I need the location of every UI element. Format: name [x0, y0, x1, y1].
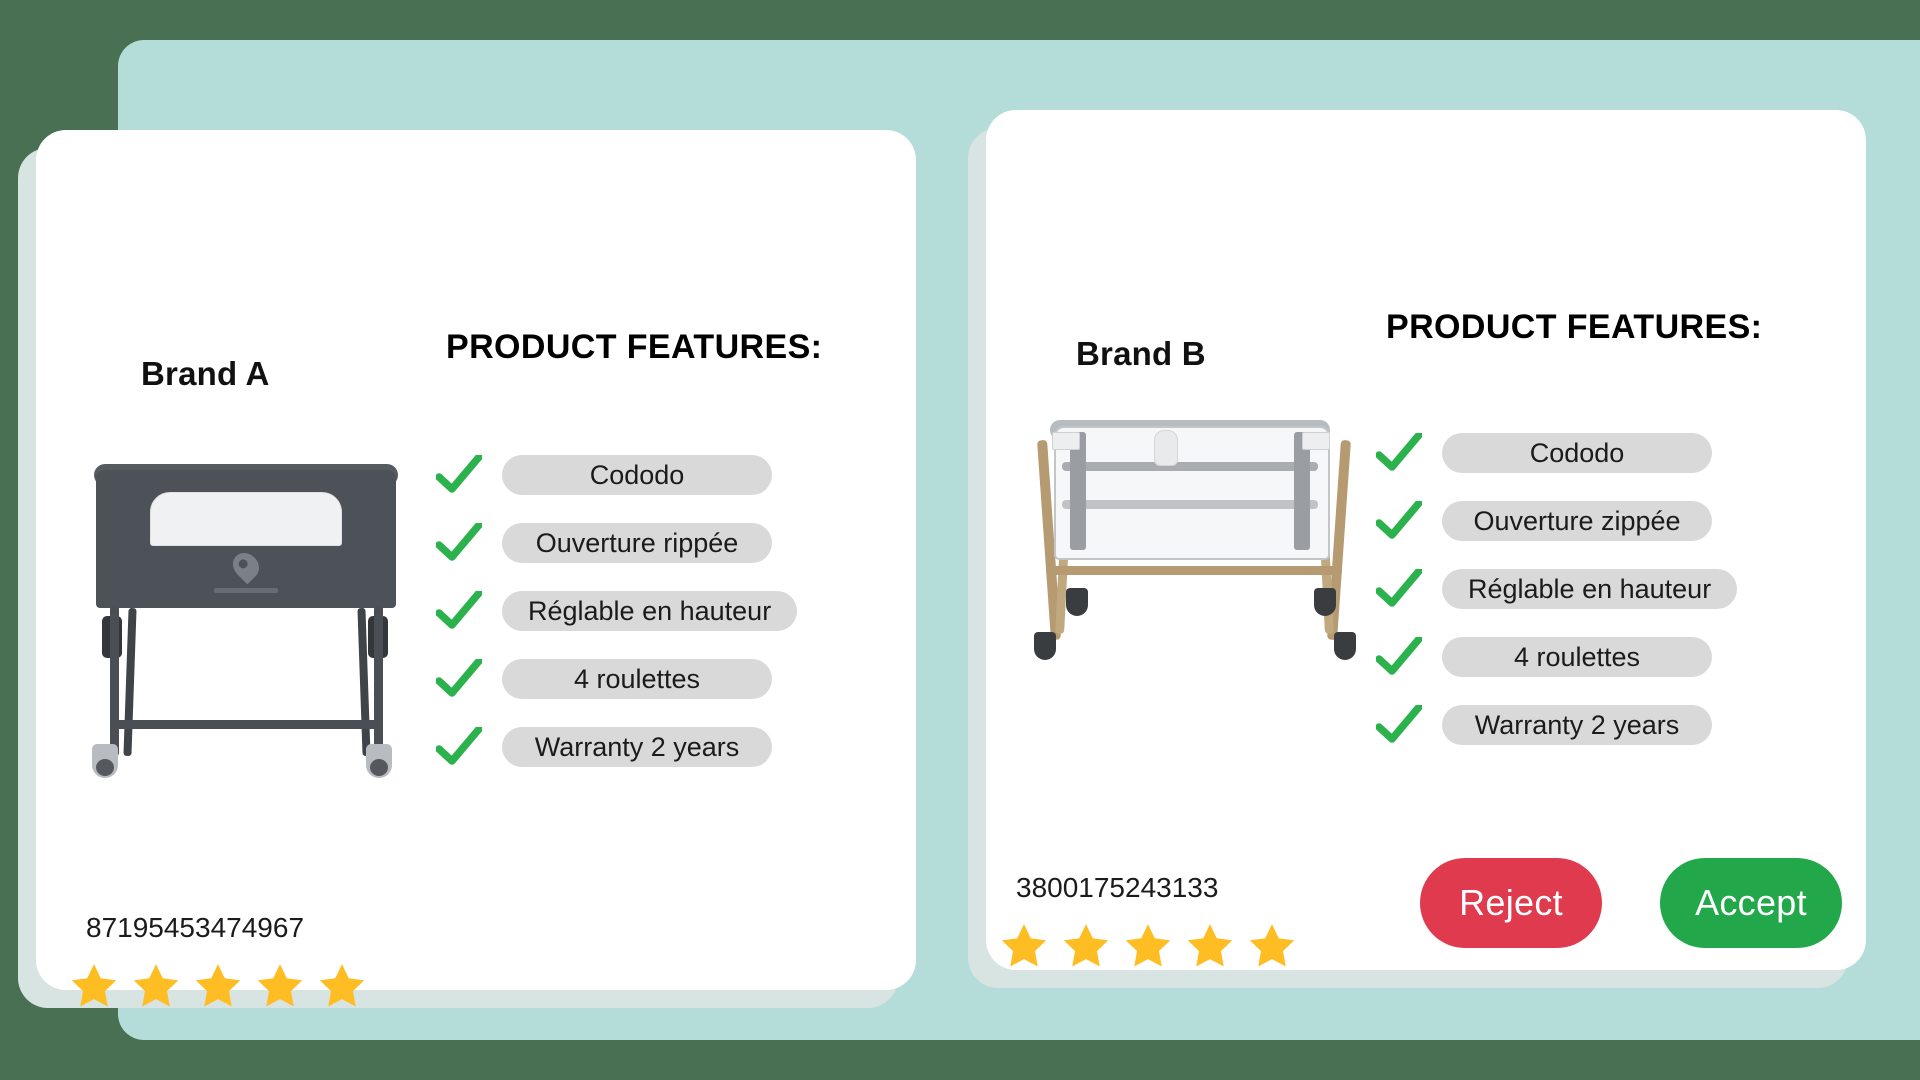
screenshot-root: Brand A PRODUCT FEATURES: Cododo Ouvertu…	[0, 0, 1920, 1080]
feature-row: Ouverture zippée	[1376, 496, 1737, 546]
feature-row: Ouverture rippée	[436, 518, 797, 568]
feature-pill: Cododo	[502, 455, 772, 495]
feature-row: Réglable en hauteur	[1376, 564, 1738, 614]
check-icon	[1376, 501, 1422, 539]
check-icon	[1376, 433, 1422, 471]
check-icon	[1376, 705, 1422, 743]
feature-pill: 4 roulettes	[1442, 637, 1712, 677]
star-icon	[1001, 924, 1047, 967]
check-icon	[1376, 637, 1422, 675]
star-icon	[1125, 924, 1171, 967]
check-icon	[436, 523, 482, 561]
check-icon	[436, 659, 482, 697]
star-icon	[1187, 924, 1233, 967]
feature-row: Warranty 2 years	[1376, 700, 1737, 750]
product-image-brand-a	[64, 448, 434, 808]
accept-button[interactable]: Accept	[1660, 858, 1842, 948]
check-icon	[436, 455, 482, 493]
check-icon	[436, 727, 482, 765]
reject-button[interactable]: Reject	[1420, 858, 1602, 948]
check-icon	[1376, 569, 1422, 607]
feature-pill: Cododo	[1442, 433, 1712, 473]
feature-pill: Réglable en hauteur	[1442, 569, 1738, 609]
feature-pill: 4 roulettes	[502, 659, 772, 699]
feature-row: 4 roulettes	[436, 654, 797, 704]
product-card-brand-a[interactable]: Brand A PRODUCT FEATURES: Cododo Ouvertu…	[36, 130, 916, 1007]
feature-pill: Ouverture rippée	[502, 523, 772, 563]
rating-stars	[996, 918, 1300, 974]
feature-pill: Ouverture zippée	[1442, 501, 1712, 541]
feature-list-brand-b: Cododo Ouverture zippée Réglable en haut…	[1376, 428, 1738, 750]
star-icon	[257, 964, 303, 1007]
check-icon	[436, 591, 482, 629]
feature-row: 4 roulettes	[1376, 632, 1737, 682]
feature-row: Réglable en hauteur	[436, 586, 798, 636]
feature-pill: Warranty 2 years	[502, 727, 772, 767]
product-card-brand-b[interactable]: Brand B PRODUCT FEATURES: Cododo Ouvertu…	[986, 110, 1866, 970]
rating-stars	[66, 958, 370, 1014]
product-code: 87195453474967	[86, 912, 305, 943]
star-icon	[1063, 924, 1109, 967]
star-icon	[1249, 924, 1295, 967]
star-icon	[319, 964, 365, 1007]
feature-row: Cododo	[1376, 428, 1737, 478]
feature-pill: Warranty 2 years	[1442, 705, 1712, 745]
features-heading: PRODUCT FEATURES:	[446, 328, 823, 366]
star-icon	[71, 964, 117, 1007]
feature-list-brand-a: Cododo Ouverture rippée Réglable en haut…	[436, 450, 798, 772]
feature-row: Warranty 2 years	[436, 722, 797, 772]
brand-title: Brand B	[1076, 335, 1206, 372]
star-icon	[195, 964, 241, 1007]
product-code: 3800175243133	[1016, 872, 1219, 903]
product-image-brand-b	[1004, 410, 1374, 710]
feature-row: Cododo	[436, 450, 797, 500]
action-buttons: Reject Accept	[1420, 858, 1842, 948]
brand-title: Brand A	[141, 355, 270, 392]
star-icon	[133, 964, 179, 1007]
feature-pill: Réglable en hauteur	[502, 591, 798, 631]
features-heading: PRODUCT FEATURES:	[1386, 308, 1763, 346]
